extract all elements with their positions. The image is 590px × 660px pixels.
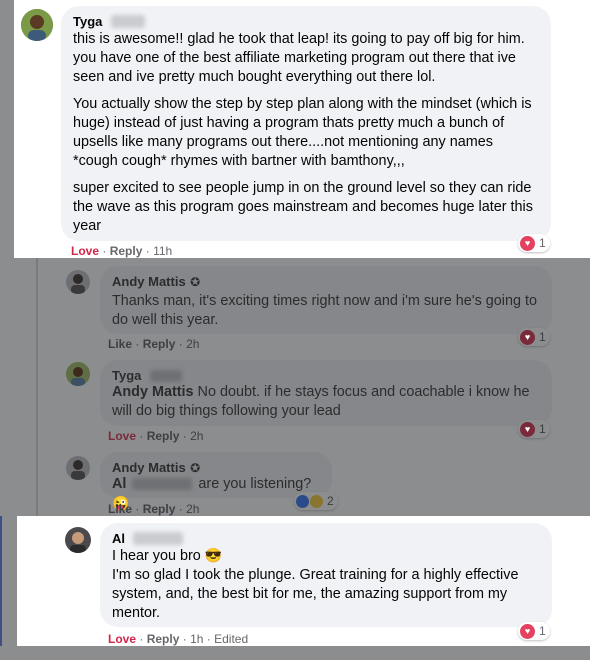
mention-link[interactable]: Al <box>112 476 126 492</box>
love-button[interactable]: Love <box>108 429 136 443</box>
comment-author[interactable]: Andy Mattis <box>112 274 186 289</box>
verified-badge-icon: ✪ <box>190 461 201 475</box>
heart-icon: ♥ <box>520 623 535 639</box>
edited-label[interactable]: Edited <box>214 632 248 646</box>
reply-button[interactable]: Reply <box>147 632 180 646</box>
comment-text: I'm so glad I took the plunge. Great tra… <box>112 567 519 621</box>
avatar-tyga[interactable] <box>66 362 90 386</box>
reply-button[interactable]: Reply <box>143 502 176 516</box>
comment-text: I hear you bro 😎 <box>112 547 223 564</box>
love-button[interactable]: Love <box>71 244 99 258</box>
comment-actions: Love · Reply · 11h <box>71 244 173 258</box>
comment-actions: Like · Reply · 2h <box>108 502 200 516</box>
reaction-number: 1 <box>539 330 546 344</box>
timestamp[interactable]: 1h <box>190 632 203 646</box>
comment-actions: Love · Reply · 2h <box>108 429 204 443</box>
thread-connector <box>36 258 38 516</box>
reaction-count[interactable]: ♥ 1 <box>518 420 550 438</box>
verified-badge-icon: ✪ <box>190 275 201 289</box>
redacted-name <box>132 478 193 491</box>
comment-author[interactable]: Al <box>112 531 125 546</box>
person-photo-icon <box>65 527 91 553</box>
heart-icon: ♥ <box>520 235 535 251</box>
haha-reaction-icon <box>310 494 323 508</box>
timestamp[interactable]: 2h <box>186 337 199 351</box>
avatar-andy-mattis[interactable] <box>66 456 90 480</box>
comment-bubble-1: Tyga this is awesome!! glad he took that… <box>61 6 551 241</box>
person-photo-icon <box>66 270 90 294</box>
person-photo-icon <box>21 9 53 41</box>
reply-button[interactable]: Reply <box>143 337 176 351</box>
redacted-name <box>133 532 184 546</box>
reaction-number: 1 <box>539 422 546 436</box>
timestamp[interactable]: 11h <box>153 244 172 258</box>
comment-actions: Love · Reply · 1h · Edited <box>108 632 249 646</box>
mention-link[interactable]: Andy Mattis <box>112 384 194 400</box>
comment-bubble-4: Andy Mattis ✪ Al are you listening? 😜 <box>100 452 332 511</box>
timestamp[interactable]: 2h <box>190 429 203 443</box>
reaction-number: 1 <box>539 236 546 250</box>
reaction-number: 1 <box>539 624 546 638</box>
comment-text: You actually show the step by step plan … <box>73 96 532 169</box>
reply-button[interactable]: Reply <box>110 244 143 258</box>
avatar-andy-mattis[interactable] <box>66 270 90 294</box>
sunglasses-emoji: 😎 <box>204 547 223 563</box>
like-reaction-icon <box>296 494 309 508</box>
reaction-count[interactable]: ♥ 1 <box>518 328 550 346</box>
reply-button[interactable]: Reply <box>147 429 180 443</box>
thread-indicator <box>0 516 2 646</box>
comment-text: super excited to see people jump in on t… <box>73 180 533 234</box>
reaction-count[interactable]: ♥ 1 <box>518 234 550 252</box>
comment-bubble-5: Al I hear you bro 😎 I'm so glad I took t… <box>100 523 552 627</box>
comment-actions: Like · Reply · 2h <box>108 337 200 351</box>
avatar-tyga[interactable] <box>21 9 53 41</box>
person-photo-icon <box>66 362 90 386</box>
heart-icon: ♥ <box>520 329 535 345</box>
timestamp[interactable]: 2h <box>186 502 199 516</box>
comment-author[interactable]: Andy Mattis <box>112 460 186 475</box>
reaction-count[interactable]: ♥ 1 <box>518 622 550 640</box>
heart-icon: ♥ <box>520 421 535 437</box>
reaction-count[interactable]: 2 <box>294 492 338 510</box>
like-button[interactable]: Like <box>108 337 132 351</box>
comment-author[interactable]: Tyga <box>112 368 141 383</box>
comment-text: Thanks man, it's exciting times right no… <box>112 293 537 328</box>
avatar-al[interactable] <box>65 527 91 553</box>
love-button[interactable]: Love <box>108 632 136 646</box>
reaction-number: 2 <box>327 494 334 508</box>
redacted-name <box>149 369 182 382</box>
redacted-name <box>110 15 145 29</box>
comment-bubble-2: Andy Mattis ✪ Thanks man, it's exciting … <box>100 266 552 334</box>
like-button[interactable]: Like <box>108 502 132 516</box>
comment-text: this is awesome!! glad he took that leap… <box>73 31 525 85</box>
person-photo-icon <box>66 456 90 480</box>
comment-bubble-3: Tyga Andy Mattis No doubt. if he stays f… <box>100 360 552 426</box>
comment-author[interactable]: Tyga <box>73 14 102 29</box>
comment-text: Andy Mattis No doubt. if he stays focus … <box>112 384 530 419</box>
